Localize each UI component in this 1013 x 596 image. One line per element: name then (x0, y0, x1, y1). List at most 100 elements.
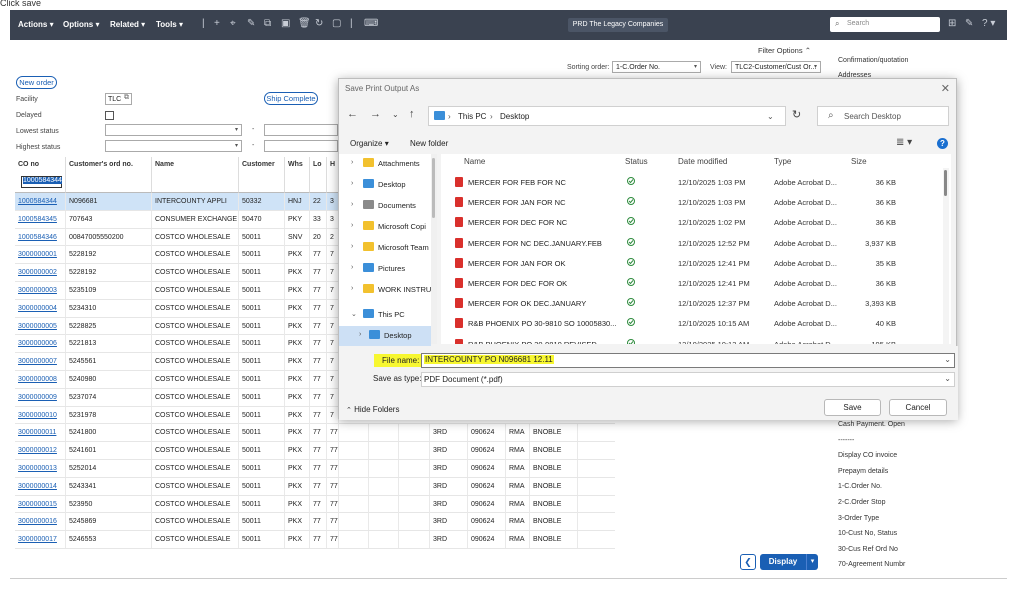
right-panel-item[interactable]: 30-Cus Ref Ord No (838, 546, 898, 553)
keyboard-icon[interactable]: ⌨ (364, 18, 378, 29)
chevron-right-icon[interactable]: › (351, 222, 353, 229)
right-panel-item[interactable]: 10-Cust No, Status (838, 530, 897, 537)
save-as-type-select[interactable]: PDF Document (*.pdf) ⌄ (421, 372, 955, 387)
options-menu[interactable]: Options ▾ (63, 20, 99, 29)
chevron-down-icon[interactable]: ⌄ (767, 112, 774, 121)
co-no-link[interactable]: 3000000010 (15, 406, 66, 424)
save-button[interactable]: Save (824, 399, 881, 416)
address-bar[interactable]: › This PC › Desktop ⌄ (428, 106, 786, 126)
lowest-status-select[interactable]: ▾ (105, 124, 242, 136)
recent-chevron-icon[interactable]: ⌄ (392, 110, 399, 119)
file-row[interactable]: MERCER FOR NC DEC.JANUARY.FEB 12/10/2025 … (441, 233, 951, 253)
refresh-icon[interactable]: ↻ (315, 18, 323, 29)
highest-status-to-input[interactable] (264, 140, 338, 152)
select-icon[interactable]: ⌖ (230, 18, 236, 29)
right-panel-item[interactable]: 3-Order Type (838, 515, 879, 522)
col-type[interactable]: Type (774, 157, 791, 166)
delete-icon[interactable]: 🗑 (298, 18, 311, 29)
co-no-link[interactable]: 3000000005 (15, 317, 66, 335)
tree-item[interactable]: › Attachments (339, 154, 431, 174)
co-no-link[interactable]: 3000000013 (15, 460, 66, 477)
related-menu[interactable]: Related ▾ (110, 20, 145, 29)
file-scrollbar[interactable] (943, 168, 949, 344)
table-row[interactable]: 3000000012 5241601 COSTCO WHOLESALE 50011 PK… (15, 442, 615, 460)
back-button[interactable]: ❮ (740, 554, 756, 570)
right-panel-item[interactable]: Prepaym details (838, 468, 888, 475)
filter-options[interactable]: Filter Options ⌃ (758, 46, 811, 55)
table-row[interactable]: 3000000017 5246553 COSTCO WHOLESALE 50011 PK… (15, 531, 615, 549)
co-no-link[interactable]: 1000584345 (15, 210, 66, 228)
file-row[interactable]: MERCER FOR JAN FOR NC 12/10/2025 1:03 PM A… (441, 192, 951, 212)
tree-item[interactable]: › Microsoft Copi (339, 217, 431, 237)
table-row[interactable]: 3000000011 5241800 COSTCO WHOLESALE 50011 PK… (15, 424, 615, 443)
tree-item[interactable]: › Pictures (339, 259, 431, 279)
table-row[interactable]: 3000000015 523950 COSTCO WHOLESALE 50011 PKX… (15, 495, 615, 514)
new-order-button[interactable]: New order (16, 76, 57, 89)
co-no-link[interactable]: 3000000008 (15, 371, 66, 388)
lookup-icon[interactable]: ⧉ (124, 94, 129, 102)
co-no-link[interactable]: 1000584344 (15, 193, 66, 210)
co-no-link[interactable]: 3000000001 (15, 246, 66, 264)
tools-menu[interactable]: Tools ▾ (156, 20, 183, 29)
col-header-lo[interactable]: Lo (310, 157, 327, 193)
file-row[interactable]: R&B PHOENIX PO 30-9810 SO 10005830... 12/… (441, 313, 951, 333)
tree-item[interactable]: › Desktop (339, 326, 431, 346)
co-no-link[interactable]: 3000000004 (15, 299, 66, 317)
file-row[interactable]: MERCER FOR OK DEC.JANUARY 12/10/2025 12:3… (441, 293, 951, 313)
copy-icon[interactable]: ⧉ (264, 18, 271, 29)
close-icon[interactable]: ✕ (941, 82, 950, 95)
forward-arrow-icon[interactable]: → (370, 108, 381, 120)
delayed-checkbox[interactable] (105, 111, 114, 120)
col-header-customer-order[interactable]: Customer's ord no. (66, 157, 152, 193)
file-row[interactable]: MERCER FOR JAN FOR OK 12/10/2025 12:41 PM… (441, 253, 951, 273)
add-icon[interactable]: + (214, 18, 220, 29)
col-date-modified[interactable]: Date modified (678, 157, 727, 166)
help-icon[interactable]: ? (937, 138, 948, 149)
col-header-whs[interactable]: Whs (285, 157, 310, 193)
table-row[interactable]: 3000000014 5243341 COSTCO WHOLESALE 50011 PK… (15, 477, 615, 496)
file-row[interactable]: R&B PHOENIX PO 30-9810 REVISED 12/10/2025… (441, 334, 951, 344)
tree-scrollbar[interactable] (431, 154, 437, 344)
col-name[interactable]: Name (464, 157, 485, 166)
search-input[interactable]: ⌕ Search (830, 17, 940, 32)
view-select[interactable]: TLC2-Customer/Cust Or... ▾ (731, 61, 821, 73)
view-options-icon[interactable]: ≣ ▾ (896, 137, 912, 148)
file-name-input[interactable]: INTERCOUNTY PO N096681 12.11 ⌄ (421, 353, 955, 368)
col-header-name[interactable]: Name (152, 157, 239, 193)
facility-input[interactable]: TLC ⧉ (105, 93, 132, 105)
co-no-link[interactable]: 3000000012 (15, 442, 66, 460)
table-row[interactable]: 3000000013 5252014 COSTCO WHOLESALE 50011 PK… (15, 460, 615, 478)
chevron-right-icon[interactable]: › (359, 331, 361, 338)
menu-icon[interactable]: ⊞ (948, 18, 956, 29)
right-panel-item[interactable]: Cash Payment. Open (838, 421, 905, 428)
file-row[interactable]: MERCER FOR DEC FOR OK 12/10/2025 12:41 PM… (441, 273, 951, 293)
chevron-right-icon[interactable]: › (351, 264, 353, 271)
tree-item[interactable]: › WORK INSTRUC (339, 280, 433, 300)
co-no-link[interactable]: 1000584346 (15, 228, 66, 246)
actions-menu[interactable]: Actions ▾ (18, 20, 54, 29)
co-no-link[interactable]: 3000000003 (15, 282, 66, 299)
tree-item[interactable]: › Microsoft Team (339, 238, 431, 258)
right-panel-item[interactable]: 70-Agreement Numbr (838, 561, 905, 568)
right-panel-item[interactable]: 2-C.Order Stop (838, 499, 885, 506)
display-dropdown[interactable]: ▾ (806, 554, 818, 570)
breadcrumb-desktop[interactable]: Desktop (500, 112, 529, 121)
highest-status-select[interactable]: ▾ (105, 140, 242, 152)
chevron-right-icon[interactable]: › (351, 180, 353, 187)
breadcrumb-this-pc[interactable]: This PC (458, 112, 486, 121)
chevron-right-icon[interactable]: › (351, 201, 353, 208)
hide-folders-button[interactable]: ⌃ Hide Folders (346, 405, 399, 414)
tree-item[interactable]: ⌄ This PC (339, 305, 431, 325)
cancel-button[interactable]: Cancel (889, 399, 947, 416)
co-no-link[interactable]: 3000000009 (15, 388, 66, 406)
co-no-link[interactable]: 3000000014 (15, 477, 66, 495)
co-no-link[interactable]: 3000000015 (15, 495, 66, 513)
help-icon[interactable]: ? ▾ (982, 18, 995, 29)
back-arrow-icon[interactable]: ← (347, 108, 358, 120)
right-panel-item[interactable]: 1-C.Order No. (838, 483, 882, 490)
right-panel-item[interactable]: ------- (838, 437, 854, 444)
lowest-status-to-input[interactable] (264, 124, 338, 136)
chevron-down-icon[interactable]: ⌄ (944, 355, 951, 364)
up-arrow-icon[interactable]: ↑ (409, 108, 415, 120)
new-folder-button[interactable]: New folder (410, 139, 448, 148)
